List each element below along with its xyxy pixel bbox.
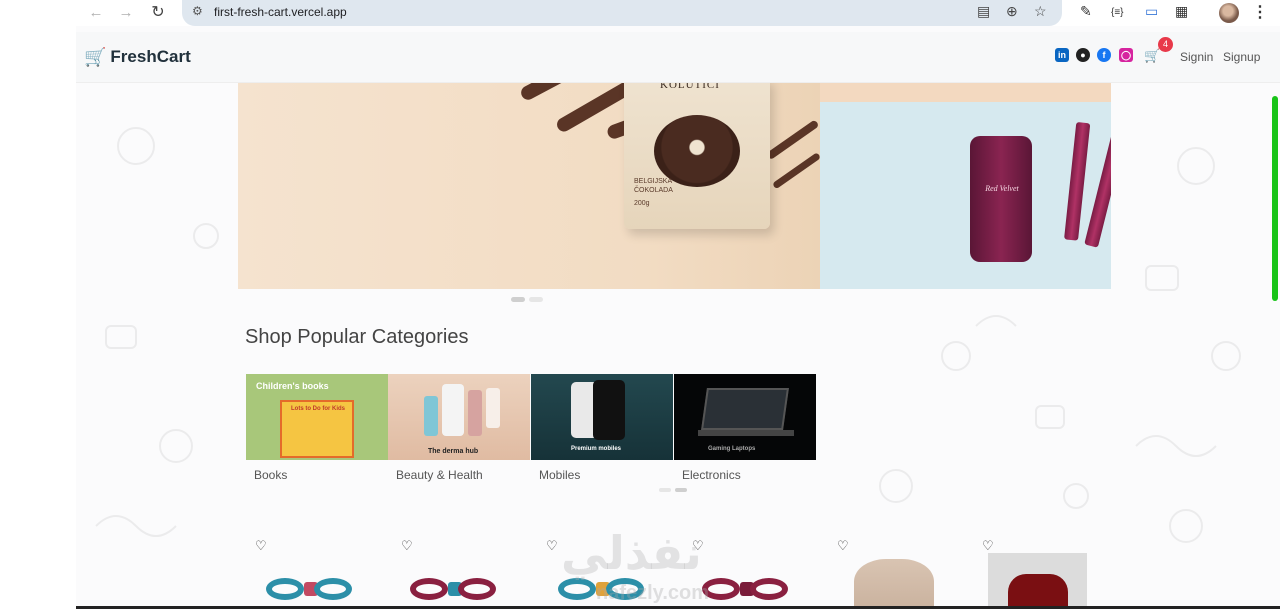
bag-weight: 200g [634, 200, 650, 207]
category-card-electronics[interactable]: Gaming Laptops Electronics [674, 374, 816, 482]
chocolate-drizzle [765, 119, 820, 161]
scarf-loop [314, 578, 352, 600]
brand-logo[interactable]: 🛒 FreshCart [84, 47, 191, 67]
slider-dot-1[interactable] [511, 297, 525, 302]
category-name: Beauty & Health [396, 468, 483, 482]
category-name: Mobiles [539, 468, 581, 482]
chocolate-drizzle [771, 152, 822, 190]
brand-name: FreshCart [110, 47, 191, 66]
laptop-base-image [698, 430, 794, 436]
wafer-stick [1084, 129, 1111, 248]
site-info-icon[interactable]: ⚙ [192, 4, 203, 18]
left-gutter [0, 26, 76, 609]
category-dot-1[interactable] [659, 488, 671, 492]
scarf-loop [750, 578, 788, 600]
signin-link[interactable]: Signin [1180, 50, 1213, 64]
wishlist-heart-icon[interactable]: ♡ [546, 538, 558, 554]
main-slide-image: KOLUTICI BELGIJSKA ČOKOLADA 200g [238, 83, 822, 289]
site-navbar: 🛒 FreshCart in ● f ◯ 🛒 4 Signin Signup [76, 32, 1280, 83]
vertical-scrollbar[interactable] [1272, 96, 1278, 301]
cart-count-badge: 4 [1158, 37, 1173, 52]
category-card-books[interactable]: Children's books Lots to Do for Kids Boo… [246, 374, 388, 482]
scarf-loop [558, 578, 596, 600]
slider-pagination [511, 297, 543, 302]
wishlist-heart-icon[interactable]: ♡ [255, 538, 267, 554]
address-bar[interactable]: ⚙ first-fresh-cart.vercel.app ▤ ⊕ ☆ [182, 0, 1062, 26]
more-menu-icon[interactable]: ⋮ [1252, 2, 1268, 22]
wafer-roll-can: Red Velvet [970, 136, 1032, 262]
facebook-icon[interactable]: f [1097, 48, 1111, 62]
hero-slider[interactable]: KOLUTICI BELGIJSKA ČOKOLADA 200g Red Vel… [238, 83, 1111, 289]
back-arrow-icon[interactable]: ← [85, 3, 107, 23]
product-image-scarf[interactable] [266, 576, 356, 606]
clipboard-extension-icon[interactable]: ▭ [1145, 3, 1158, 20]
category-caption: Gaming Laptops [708, 446, 756, 452]
category-card-mobiles[interactable]: Premium mobiles Mobiles [531, 374, 673, 482]
bottle-image [468, 390, 482, 436]
phone-front-image [593, 380, 625, 440]
install-app-icon[interactable]: ▤ [977, 3, 990, 20]
watermark-logo: نفذلي [561, 526, 702, 580]
category-name: Electronics [682, 468, 741, 482]
browser-toolbar: ← → ↻ ⚙ first-fresh-cart.vercel.app ▤ ⊕ … [0, 0, 1280, 26]
url-text[interactable]: first-fresh-cart.vercel.app [214, 5, 347, 19]
bag-title: KOLUTICI [660, 83, 720, 91]
cart-logo-icon: 🛒 [84, 47, 107, 67]
can-label: Red Velvet [985, 184, 1019, 193]
instagram-icon[interactable]: ◯ [1119, 48, 1133, 62]
product-image-scarf[interactable] [410, 576, 500, 606]
product-image-scarf[interactable] [702, 576, 792, 606]
category-name: Books [254, 468, 288, 482]
side-slide-image: Red Velvet [820, 102, 1111, 289]
category-card-beauty[interactable]: The derma hub Beauty & Health [388, 374, 530, 482]
scarf-loop [410, 578, 448, 600]
category-caption: The derma hub [428, 448, 479, 455]
book-cover-image: Lots to Do for Kids [280, 400, 354, 458]
watermark-url: nafezly.com [596, 582, 709, 604]
page-content: 🛒 FreshCart in ● f ◯ 🛒 4 Signin Signup K… [76, 26, 1280, 609]
slider-dot-2[interactable] [529, 297, 543, 302]
wishlist-heart-icon[interactable]: ♡ [982, 538, 994, 554]
category-image-mobiles: Premium mobiles [531, 374, 673, 460]
product-image-jacket [1008, 574, 1068, 609]
wafer-stick [1064, 121, 1091, 241]
github-icon[interactable]: ● [1076, 48, 1090, 62]
wishlist-heart-icon[interactable]: ♡ [837, 538, 849, 554]
zoom-icon[interactable]: ⊕ [1006, 3, 1018, 20]
json-extension-icon[interactable]: {≡} [1111, 7, 1124, 18]
book-cover-title: Lots to Do for Kids [291, 406, 345, 412]
category-slider-pagination [659, 488, 687, 492]
side-slide-top [820, 83, 1111, 102]
eyedropper-extension-icon[interactable]: ✎ [1080, 3, 1092, 20]
linkedin-icon[interactable]: in [1055, 48, 1069, 62]
cookie-bag-product: KOLUTICI BELGIJSKA ČOKOLADA 200g [624, 83, 770, 229]
bookmark-star-icon[interactable]: ☆ [1034, 3, 1047, 20]
scarf-loop [458, 578, 496, 600]
product-image-beige-scarf[interactable] [854, 559, 934, 609]
puzzle-extensions-icon[interactable]: ▦ [1175, 3, 1188, 20]
bottle-image [424, 396, 438, 436]
category-image-electronics: Gaming Laptops [674, 374, 816, 460]
laptop-image [701, 388, 789, 430]
cart-icon[interactable]: 🛒 [1144, 48, 1160, 64]
category-dot-2[interactable] [675, 488, 687, 492]
bottle-image [486, 388, 500, 428]
forward-arrow-icon[interactable]: → [115, 3, 137, 23]
bag-subtitle: BELGIJSKA ČOKOLADA [634, 178, 673, 194]
reload-icon[interactable]: ↻ [147, 3, 169, 23]
wishlist-heart-icon[interactable]: ♡ [401, 538, 413, 554]
signup-link[interactable]: Signup [1223, 50, 1260, 64]
bottle-image [442, 384, 464, 436]
scarf-loop [266, 578, 304, 600]
category-caption: Premium mobiles [571, 446, 622, 452]
category-caption: Children's books [256, 381, 329, 391]
category-image-beauty: The derma hub [388, 374, 530, 460]
category-image-books: Children's books Lots to Do for Kids [246, 374, 388, 460]
profile-avatar[interactable] [1219, 3, 1239, 23]
categories-heading: Shop Popular Categories [245, 326, 469, 348]
